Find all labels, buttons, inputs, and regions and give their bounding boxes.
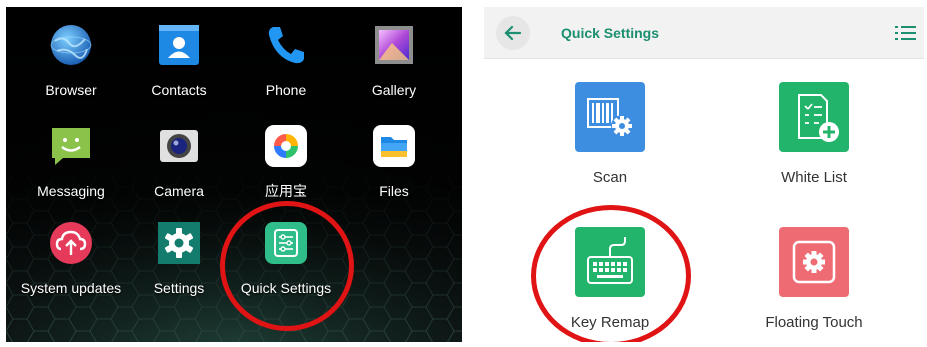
app-store-icon (264, 124, 308, 168)
app-label: Contacts (151, 82, 207, 98)
cloud-upload-icon (49, 221, 93, 265)
browser-globe-icon (49, 23, 93, 67)
tile-floating-touch[interactable]: Floating Touch (734, 227, 894, 332)
gallery-picture-icon (372, 23, 416, 67)
arrow-left-icon (504, 25, 522, 41)
tile-white-list[interactable]: White List (734, 82, 894, 187)
app-files[interactable]: Files (334, 124, 454, 199)
white-list-document-icon (779, 82, 849, 152)
app-label: Browser (45, 82, 97, 98)
app-label: Files (379, 183, 409, 199)
app-label: Camera (154, 183, 204, 199)
app-label: Phone (265, 82, 307, 98)
launcher-app-drawer: Browser Contacts Phone Gallery Messaging… (6, 7, 462, 342)
app-label: Messaging (37, 183, 105, 199)
tile-label: White List (781, 169, 847, 186)
settings-gear-icon (157, 221, 201, 265)
contacts-icon (157, 23, 201, 67)
phone-handset-icon (264, 23, 308, 67)
highlight-circle-key-remap (531, 205, 691, 342)
tile-label: Scan (592, 169, 628, 186)
tile-scan[interactable]: Scan (530, 82, 690, 187)
messaging-smiley-icon (49, 124, 93, 168)
app-phone[interactable]: Phone (226, 23, 346, 98)
app-bar: Quick Settings (484, 7, 924, 59)
list-menu-icon (895, 26, 916, 40)
camera-lens-icon (157, 124, 201, 168)
app-gallery[interactable]: Gallery (334, 23, 454, 98)
app-messaging[interactable]: Messaging (11, 124, 131, 199)
app-contacts[interactable]: Contacts (119, 23, 239, 98)
app-label: Settings (153, 280, 205, 296)
app-camera[interactable]: Camera (119, 124, 239, 199)
highlight-circle-quick-settings (220, 201, 354, 331)
app-label: 应用宝 (265, 183, 307, 199)
app-system-updates[interactable]: System updates (11, 221, 131, 296)
list-menu-button[interactable] (892, 21, 918, 45)
barcode-scan-icon (575, 82, 645, 152)
quick-settings-screen: Quick Settings Scan White List Key Remap… (484, 7, 924, 342)
app-label: System updates (20, 280, 122, 296)
back-button[interactable] (496, 16, 530, 50)
app-label: Gallery (371, 82, 417, 98)
app-yingyongbao[interactable]: 应用宝 (226, 124, 346, 199)
files-folder-icon (372, 124, 416, 168)
floating-touch-icon (779, 227, 849, 297)
app-browser[interactable]: Browser (11, 23, 131, 98)
tile-label: Floating Touch (765, 314, 863, 331)
page-title: Quick Settings (561, 25, 660, 41)
